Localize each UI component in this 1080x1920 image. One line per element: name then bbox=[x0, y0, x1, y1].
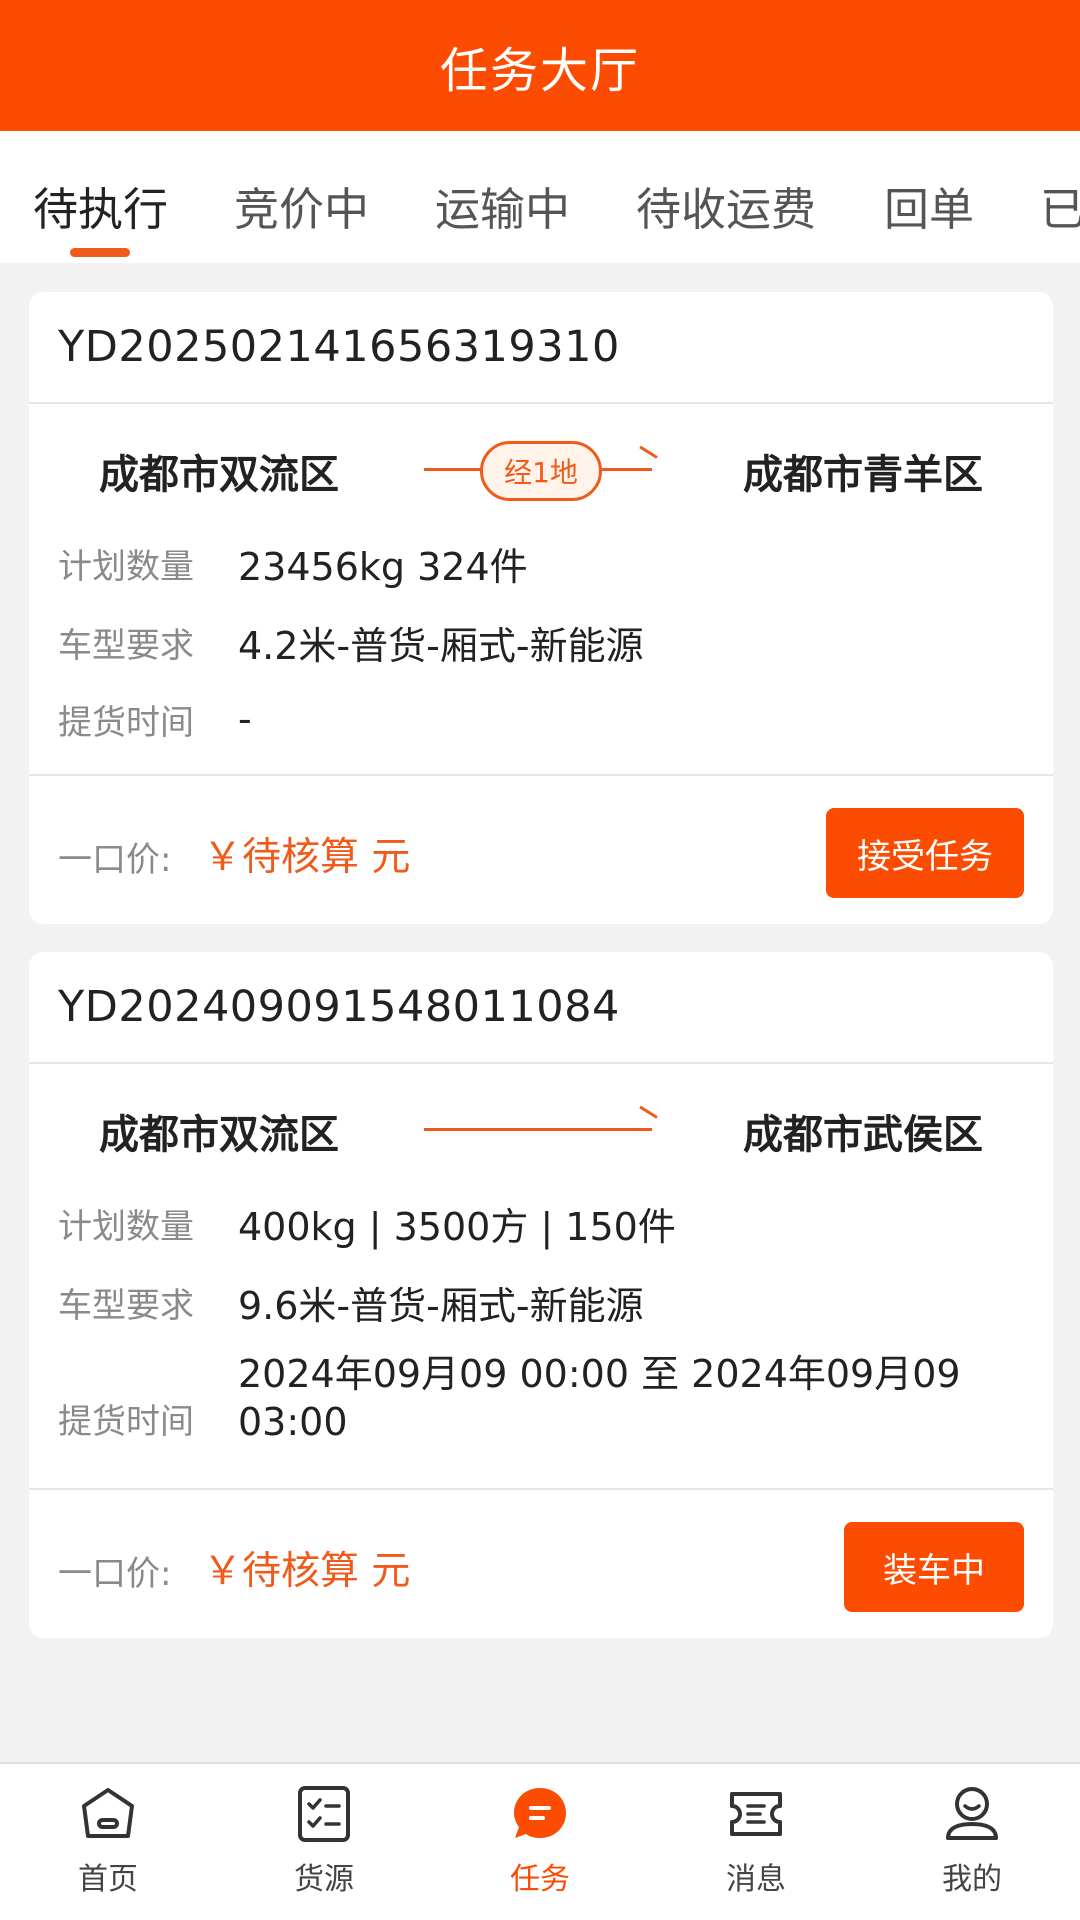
origin-city: 成都市双流区 bbox=[99, 1112, 339, 1158]
via-stops-badge[interactable]: 经1地 bbox=[480, 441, 602, 501]
order-details: 计划数量 23456kg 324件 车型要求 4.2米-普货-厢式-新能源 提货… bbox=[29, 524, 1053, 756]
nav-item-messages[interactable]: 消息 bbox=[648, 1782, 864, 1912]
vehicle-value: 4.2米-普货-厢式-新能源 bbox=[238, 623, 644, 668]
price-value: ￥待核算 元 bbox=[203, 1549, 411, 1594]
quantity-label: 计划数量 bbox=[58, 546, 194, 587]
nav-item-home[interactable]: 首页 bbox=[0, 1782, 216, 1912]
nav-label-profile: 我的 bbox=[942, 1862, 1002, 1897]
pickup-row: 提货时间 - bbox=[58, 682, 1053, 756]
pickup-value-line2: 03:00 bbox=[238, 1400, 348, 1444]
quantity-value: 400kg | 3500方 | 150件 bbox=[238, 1204, 676, 1249]
profile-icon bbox=[946, 1787, 998, 1840]
nav-item-tasks[interactable]: 任务 bbox=[432, 1782, 648, 1912]
pickup-row: 提货时间 2024年09月09 00:00 至 2024年09月09 03:00 bbox=[58, 1342, 1053, 1452]
order-number: YD20240909154801108​4 bbox=[58, 982, 620, 1032]
order-card-header: YD20250214165631931​0 bbox=[29, 292, 1053, 404]
pickup-value: 2024年09月09 00:00 至 2024年09月09 03:00 bbox=[238, 1350, 961, 1446]
route-arrow-head bbox=[639, 1105, 658, 1119]
tab-awaiting-freight[interactable]: 待收运费 bbox=[636, 173, 816, 238]
tab-pending-execution[interactable]: 待执行 bbox=[33, 173, 168, 238]
tab-bidding[interactable]: 竞价中 bbox=[234, 173, 369, 238]
quantity-label: 计划数量 bbox=[58, 1206, 194, 1247]
destination-city: 成都市青羊区 bbox=[743, 452, 983, 498]
order-card-footer: 一口价: ￥待核算 元 装车中 bbox=[29, 1488, 1053, 1638]
active-tab-indicator bbox=[70, 248, 130, 257]
pickup-value-line1: 2024年09月09 00:00 至 2024年09月09 bbox=[238, 1352, 961, 1396]
destination-city: 成都市武侯区 bbox=[743, 1112, 983, 1158]
vehicle-value: 9.6米-普货-厢式-新能源 bbox=[238, 1283, 644, 1328]
price-label: 一口价: bbox=[58, 1554, 172, 1594]
message-ticket-icon bbox=[730, 1792, 782, 1836]
accept-task-button[interactable]: 接受任务 bbox=[826, 808, 1024, 898]
nav-label-home: 首页 bbox=[78, 1862, 138, 1897]
home-icon bbox=[82, 1788, 134, 1838]
task-hall-screen: 任务大厅 待执行 竞价中 运输中 待收运费 回单 已 YD20250214165… bbox=[0, 0, 1080, 1920]
order-details: 计划数量 400kg | 3500方 | 150件 车型要求 9.6米-普货-厢… bbox=[29, 1184, 1053, 1452]
route-arrow-head bbox=[639, 445, 658, 459]
order-card-header: YD20240909154801108​4 bbox=[29, 952, 1053, 1064]
origin-city: 成都市双流区 bbox=[99, 452, 339, 498]
bottom-navigation: 首页 货源 任务 消息 我的 bbox=[0, 1762, 1080, 1920]
nav-label-cargo: 货源 bbox=[294, 1862, 354, 1897]
quantity-row: 计划数量 400kg | 3500方 | 150件 bbox=[58, 1184, 1053, 1262]
price-label: 一口价: bbox=[58, 840, 172, 880]
route: 成都市双流区 成都市武侯区 bbox=[29, 1064, 1053, 1184]
page-title: 任务大厅 bbox=[439, 42, 640, 99]
pickup-value: - bbox=[238, 697, 252, 741]
order-card[interactable]: YD20250214165631931​0 成都市双流区 经1地 成都市青羊区 … bbox=[29, 292, 1053, 924]
pickup-label: 提货时间 bbox=[58, 702, 194, 743]
nav-label-tasks: 任务 bbox=[510, 1862, 570, 1897]
vehicle-row: 车型要求 4.2米-普货-厢式-新能源 bbox=[58, 602, 1053, 682]
tab-in-transit[interactable]: 运输中 bbox=[435, 173, 570, 238]
cargo-list-icon bbox=[298, 1786, 350, 1842]
price-value: ￥待核算 元 bbox=[203, 835, 411, 880]
status-tabs: 待执行 竞价中 运输中 待收运费 回单 已 bbox=[0, 131, 1080, 263]
order-card-footer: 一口价: ￥待核算 元 接受任务 bbox=[29, 774, 1053, 924]
loading-status-button[interactable]: 装车中 bbox=[844, 1522, 1024, 1612]
quantity-row: 计划数量 23456kg 324件 bbox=[58, 524, 1053, 602]
pickup-label: 提货时间 bbox=[58, 1402, 194, 1442]
tab-receipt[interactable]: 回单 bbox=[884, 173, 974, 238]
vehicle-label: 车型要求 bbox=[58, 1285, 194, 1326]
vehicle-row: 车型要求 9.6米-普货-厢式-新能源 bbox=[58, 1262, 1053, 1342]
app-header: 任务大厅 bbox=[0, 0, 1080, 131]
nav-label-messages: 消息 bbox=[726, 1862, 786, 1897]
route: 成都市双流区 经1地 成都市青羊区 bbox=[29, 404, 1053, 524]
vehicle-label: 车型要求 bbox=[58, 625, 194, 666]
nav-item-cargo[interactable]: 货源 bbox=[216, 1782, 432, 1912]
quantity-value: 23456kg 324件 bbox=[238, 544, 528, 589]
order-card[interactable]: YD20240909154801108​4 成都市双流区 成都市武侯区 计划数量… bbox=[29, 952, 1053, 1638]
route-arrow-line bbox=[424, 1128, 652, 1131]
order-number: YD20250214165631931​0 bbox=[58, 322, 620, 372]
tab-more[interactable]: 已 bbox=[1040, 173, 1080, 238]
task-chat-icon bbox=[514, 1788, 566, 1838]
nav-item-profile[interactable]: 我的 bbox=[864, 1782, 1080, 1912]
